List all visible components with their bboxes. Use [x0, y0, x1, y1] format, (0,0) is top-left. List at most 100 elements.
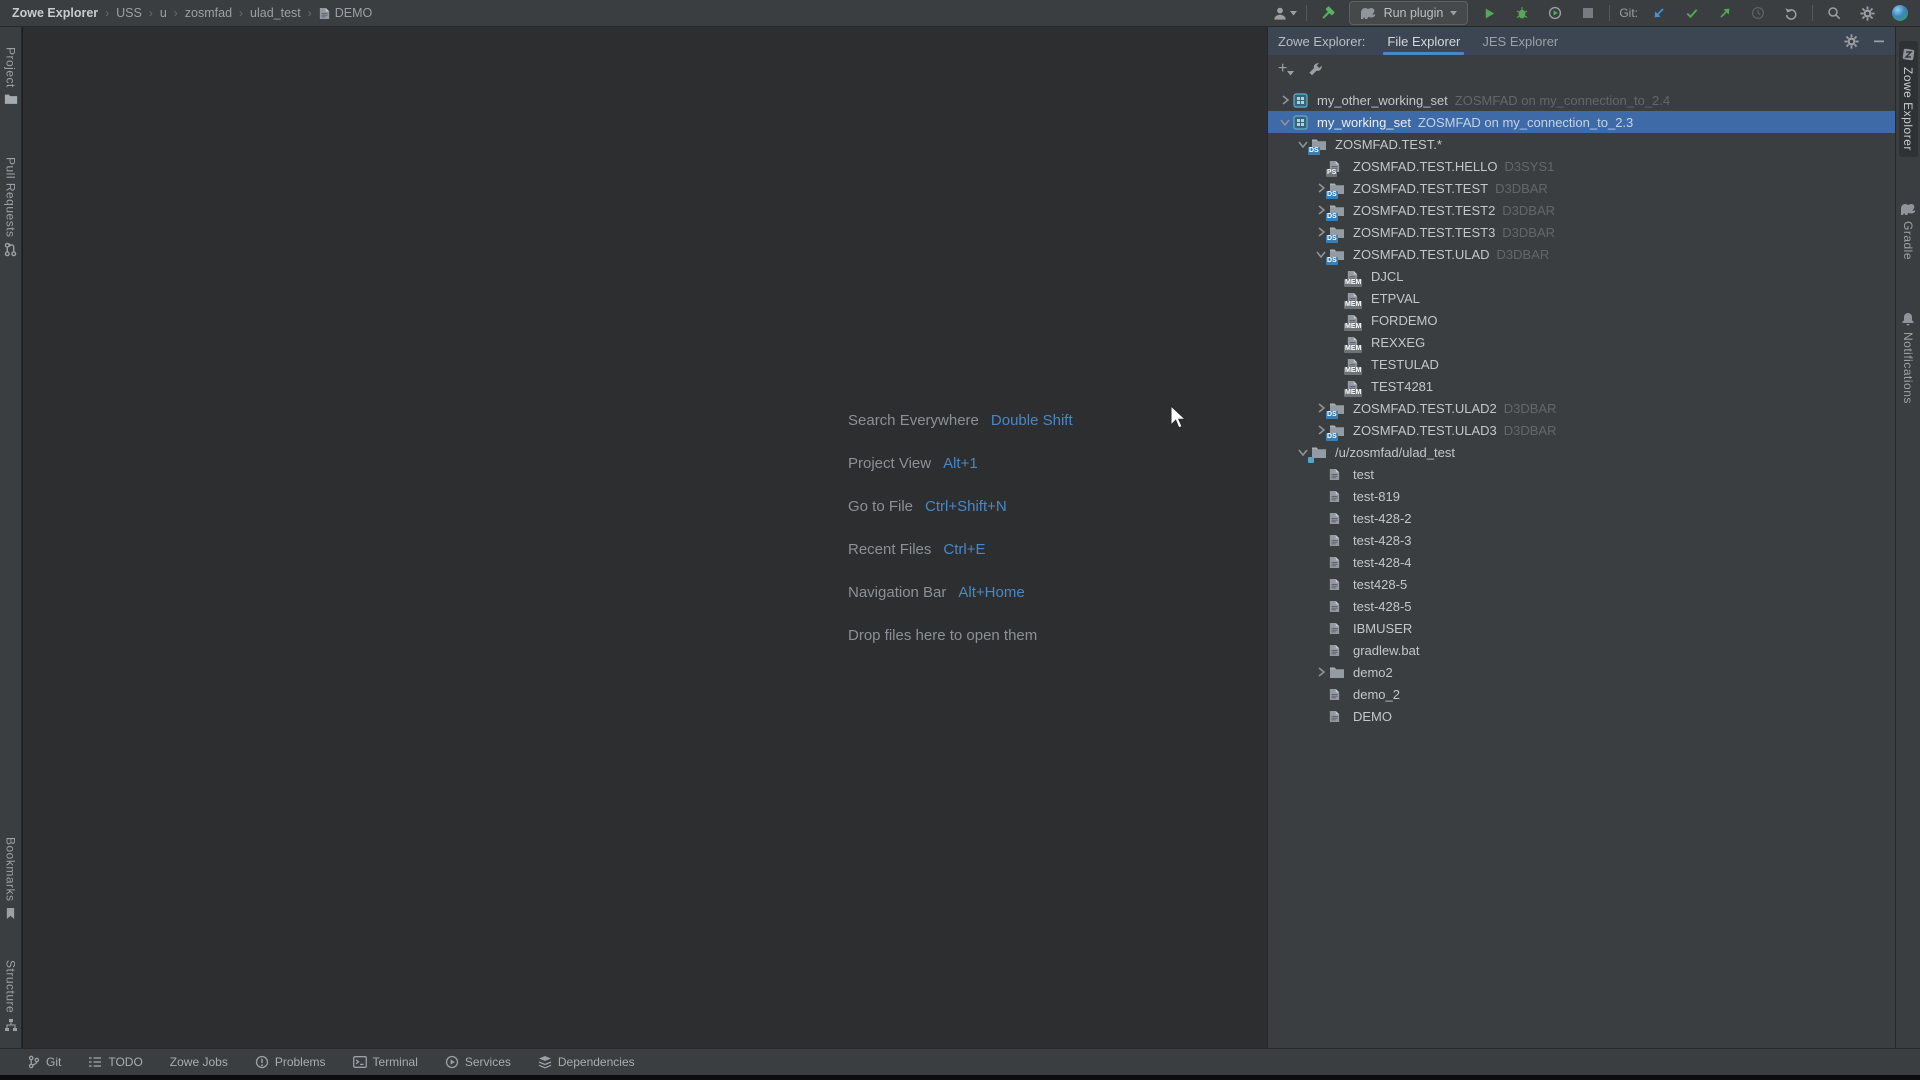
tree-row[interactable]: DEMO [1268, 705, 1895, 727]
tab-jes-explorer[interactable]: JES Explorer [1482, 27, 1558, 55]
shortcut-hint-line: Recent FilesCtrl+E [848, 528, 1073, 571]
breadcrumb-item[interactable]: ulad_test [250, 6, 301, 20]
stripe-item-label: Zowe Explorer [1901, 67, 1915, 151]
stripe-item-zowe-explorer[interactable]: Zowe Explorer [1899, 41, 1918, 157]
shortcut-action-label: Go to File [848, 498, 913, 515]
stripe-item-gradle[interactable]: Gradle [1898, 197, 1919, 266]
tree-row[interactable]: my_working_setZOSMFAD on my_connection_t… [1268, 111, 1895, 133]
tab-file-explorer[interactable]: File Explorer [1387, 27, 1460, 55]
breadcrumb-item[interactable]: zosmfad [185, 6, 232, 20]
tree-row[interactable]: gradlew.bat [1268, 639, 1895, 661]
tree-row[interactable]: MEMDJCL [1268, 265, 1895, 287]
tree-row[interactable]: test-819 [1268, 485, 1895, 507]
profiler-button[interactable] [1543, 2, 1567, 24]
uss-file-icon [1329, 576, 1349, 592]
tree-row[interactable]: test [1268, 463, 1895, 485]
tree-row[interactable]: test-428-2 [1268, 507, 1895, 529]
stop-button[interactable] [1576, 2, 1600, 24]
status-bar: Git TODO Zowe Jobs Problems Terminal Services… [0, 1048, 1920, 1075]
shortcut-action-label: Search Everywhere [848, 412, 979, 429]
tool-window-gear-icon[interactable] [1844, 34, 1859, 49]
breadcrumb-item[interactable]: USS [116, 6, 142, 20]
stripe-item-project[interactable]: Project [2, 41, 20, 111]
tree-row[interactable]: MEMREXXEG [1268, 331, 1895, 353]
shortcut-keys-label: Double Shift [991, 412, 1073, 429]
stripe-item-label: Pull Requests [4, 157, 18, 238]
tree-item-label: ZOSMFAD.TEST.TEST3 [1353, 225, 1495, 240]
breadcrumb-item[interactable]: u [160, 6, 167, 20]
breadcrumb-item[interactable]: Zowe Explorer [12, 6, 98, 20]
chevron-expanded-icon[interactable] [1276, 115, 1293, 129]
tree-item-qualifier: D3DBAR [1497, 247, 1550, 262]
breadcrumb-label: zosmfad [185, 6, 232, 20]
stripe-item-notifications[interactable]: Notifications [1899, 306, 1917, 410]
statusbar-item-services[interactable]: Services [445, 1055, 511, 1069]
working-set-icon [1293, 92, 1313, 108]
file-icon [319, 7, 330, 20]
tree-item-qualifier: ZOSMFAD on my_connection_to_2.3 [1418, 115, 1633, 130]
statusbar-item-todo[interactable]: TODO [88, 1055, 142, 1069]
tree-row[interactable]: DSZOSMFAD.TEST.ULADD3DBAR [1268, 243, 1895, 265]
tree-row[interactable]: DSZOSMFAD.TEST.ULAD2D3DBAR [1268, 397, 1895, 419]
tool-window-minimize-icon[interactable] [1873, 35, 1885, 47]
structure-icon [4, 1018, 18, 1032]
uss-file-icon [1329, 532, 1349, 548]
tree-row[interactable]: DSZOSMFAD.TEST.TESTD3DBAR [1268, 177, 1895, 199]
tree-row[interactable]: test-428-3 [1268, 529, 1895, 551]
stop-icon [1582, 7, 1594, 19]
user-button[interactable] [1273, 2, 1297, 24]
tree-row[interactable]: MEMTEST4281 [1268, 375, 1895, 397]
build-hammer-button[interactable] [1316, 2, 1340, 24]
tree-row[interactable]: test428-5 [1268, 573, 1895, 595]
run-configuration-combo[interactable]: Run plugin [1349, 1, 1469, 25]
tree-row[interactable]: test-428-4 [1268, 551, 1895, 573]
stripe-item-pull-requests[interactable]: Pull Requests [2, 151, 20, 264]
tree-row[interactable]: IBMUSER [1268, 617, 1895, 639]
settings-gear-button[interactable] [1855, 2, 1879, 24]
tree-item-label: gradlew.bat [1353, 643, 1420, 658]
todo-list-icon [88, 1056, 102, 1068]
debug-bug-icon [1515, 6, 1529, 20]
search-button[interactable] [1822, 2, 1846, 24]
git-push-button[interactable] [1713, 2, 1737, 24]
chevron-collapsed-icon[interactable] [1276, 93, 1293, 107]
settings-wrench-icon[interactable] [1308, 62, 1323, 77]
chevron-collapsed-icon[interactable] [1312, 665, 1329, 679]
tree-row[interactable]: DSZOSMFAD.TEST.TEST2D3DBAR [1268, 199, 1895, 221]
tree-row[interactable]: demo_2 [1268, 683, 1895, 705]
tree-row[interactable]: MEMETPVAL [1268, 287, 1895, 309]
tree-item-qualifier: ZOSMFAD on my_connection_to_2.4 [1455, 93, 1670, 108]
statusbar-item-git[interactable]: Git [28, 1055, 61, 1069]
working-set-icon [1293, 114, 1313, 130]
statusbar-item-dependencies[interactable]: Dependencies [538, 1055, 635, 1069]
tree-row[interactable]: DSZOSMFAD.TEST.ULAD3D3DBAR [1268, 419, 1895, 441]
git-update-button[interactable] [1647, 2, 1671, 24]
breadcrumb-separator: › [105, 6, 109, 20]
tree-item-label: DEMO [1353, 709, 1392, 724]
tree-row[interactable]: DSZOSMFAD.TEST.TEST3D3DBAR [1268, 221, 1895, 243]
statusbar-item-problems[interactable]: Problems [255, 1055, 326, 1069]
rollback-button[interactable] [1779, 2, 1803, 24]
tree-row[interactable]: demo2 [1268, 661, 1895, 683]
breadcrumb-item[interactable]: DEMO [319, 6, 373, 20]
git-commit-check-button[interactable] [1680, 2, 1704, 24]
ide-sphere-icon[interactable] [1888, 2, 1912, 24]
tree-row[interactable]: PSZOSMFAD.TEST.HELLOD3SYS1 [1268, 155, 1895, 177]
tree-row[interactable]: /u/zosmfad/ulad_test [1268, 441, 1895, 463]
tree-row[interactable]: my_other_working_setZOSMFAD on my_connec… [1268, 89, 1895, 111]
add-button[interactable]: + [1278, 62, 1294, 76]
statusbar-item-terminal[interactable]: Terminal [353, 1055, 418, 1069]
tree-row[interactable]: test-428-5 [1268, 595, 1895, 617]
stripe-item-structure[interactable]: Structure [2, 954, 20, 1038]
stripe-item-bookmarks[interactable]: Bookmarks [2, 831, 20, 926]
breadcrumb-label: DEMO [335, 6, 373, 20]
editor-area[interactable]: Search EverywhereDouble ShiftProject Vie… [23, 27, 1267, 1048]
tree-item-label: test-428-3 [1353, 533, 1412, 548]
debug-bug-button[interactable] [1510, 2, 1534, 24]
tree-row[interactable]: DSZOSMFAD.TEST.* [1268, 133, 1895, 155]
run-play-button[interactable] [1477, 2, 1501, 24]
tree-row[interactable]: MEMFORDEMO [1268, 309, 1895, 331]
history-clock-button[interactable] [1746, 2, 1770, 24]
statusbar-item-zowe-jobs[interactable]: Zowe Jobs [170, 1055, 228, 1069]
tree-row[interactable]: MEMTESTULAD [1268, 353, 1895, 375]
